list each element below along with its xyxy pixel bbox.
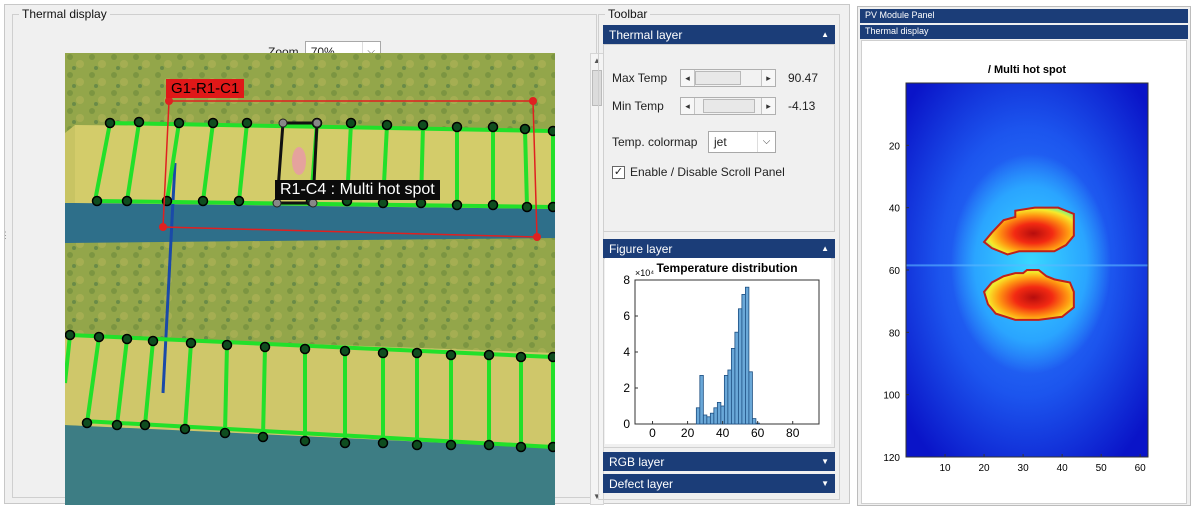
y-tick-label: 6 — [623, 309, 630, 323]
histogram-bar — [706, 416, 711, 425]
x-tick-label: 20 — [979, 463, 991, 474]
max-temp-row: Max Temp ◂ ▸ 90.47 — [612, 69, 818, 87]
max-temp-value: 90.47 — [788, 71, 819, 85]
histogram-bar — [752, 418, 757, 425]
histogram-bar — [730, 348, 736, 425]
y-tick-label: 4 — [623, 345, 630, 359]
histogram-bar — [702, 414, 708, 425]
histogram-bar — [748, 371, 753, 425]
colormap-value: jet — [714, 135, 727, 149]
temperature-histogram: Temperature distribution ×10⁴ 0 20 40 60 80 0 2 4… — [605, 258, 831, 444]
y-tick-label: 20 — [889, 141, 901, 152]
x-tick-label: 30 — [1018, 463, 1030, 474]
histogram-bar — [716, 401, 722, 425]
expand-caret-icon[interactable]: ▼ — [821, 457, 829, 466]
pv-panel-title: PV Module Panel — [865, 10, 935, 20]
scroll-panel-checkbox[interactable]: ✓ — [612, 165, 625, 179]
histogram-bar — [699, 375, 704, 425]
defect-layer-header[interactable]: Defect layer ▼ — [603, 474, 835, 493]
toolbar-title: Toolbar — [605, 7, 651, 21]
histogram-bar — [727, 369, 732, 425]
histogram-bar — [734, 331, 739, 425]
min-temp-slider[interactable]: ◂ ▸ — [680, 97, 776, 115]
slider-thumb[interactable] — [695, 71, 741, 85]
slider-thumb[interactable] — [703, 99, 755, 113]
thermal-display-title: Thermal display — [19, 7, 110, 21]
thermal-layer-header[interactable]: Thermal layer ▲ — [603, 25, 835, 44]
chart-title: Temperature distribution — [656, 261, 797, 275]
histogram-bar — [709, 412, 715, 425]
y-tick-label: 0 — [623, 417, 630, 431]
min-temp-label: Min Temp — [612, 99, 664, 113]
pv-module-panel: PV Module Panel Thermal display / Multi … — [857, 6, 1191, 506]
x-tick-label: 40 — [716, 426, 730, 440]
defect-layer-title: Defect layer — [609, 476, 674, 491]
y-tick-label: 2 — [623, 381, 630, 395]
max-temp-label: Max Temp — [612, 71, 668, 85]
x-tick-label: 60 — [751, 426, 765, 440]
colormap-row: Temp. colormap jet ⌵ — [612, 131, 776, 153]
thermal-display-group: Thermal display Zoom 70% ⌵ G1-R1-C1 R1-C… — [12, 7, 604, 505]
y-tick-label: 8 — [623, 273, 630, 287]
collapse-caret-icon[interactable]: ▲ — [821, 30, 829, 39]
slider-left-icon[interactable]: ◂ — [681, 70, 695, 86]
y-tick-label: 100 — [883, 391, 900, 402]
thermal-image[interactable]: G1-R1-C1 R1-C4 : Multi hot spot — [65, 53, 555, 505]
pv-module-panel-header: PV Module Panel — [860, 9, 1188, 23]
heatmap-title: / Multi hot spot — [988, 64, 1067, 76]
hotspot-label-tag: R1-C4 : Multi hot spot — [275, 180, 440, 200]
slider-right-icon[interactable]: ▸ — [761, 98, 775, 114]
histogram-bar — [741, 294, 746, 425]
x-tick-label: 40 — [1057, 463, 1069, 474]
x-tick-label: 60 — [1135, 463, 1147, 474]
expand-caret-icon[interactable]: ▼ — [821, 479, 829, 488]
histogram-svg: Temperature distribution×10⁴ 0 20 40 60 80 0 2 4… — [623, 261, 820, 440]
scroll-panel-label: Enable / Disable Scroll Panel — [630, 165, 785, 179]
y-tick-label: 40 — [889, 204, 901, 215]
colormap-select[interactable]: jet ⌵ — [708, 131, 776, 153]
thermal-layer-title: Thermal layer — [609, 27, 683, 42]
pv-panel-subtitle: Thermal display — [865, 26, 929, 36]
scroll-panel-row[interactable]: ✓ Enable / Disable Scroll Panel — [612, 165, 785, 179]
heatmap-svg: / Multi hot spot 10 20 30 40 50 60 20 40 60 80 100 1… — [883, 64, 1149, 474]
splitter-handle[interactable]: ⋮ — [1, 230, 10, 244]
colormap-label: Temp. colormap — [612, 135, 698, 149]
pv-thermal-figure: / Multi hot spot 10 20 30 40 50 60 20 40 60 80 100 1… — [861, 40, 1187, 504]
histogram-bar — [713, 407, 718, 425]
x-tick-label: 0 — [649, 426, 656, 440]
max-temp-slider[interactable]: ◂ ▸ — [680, 69, 776, 87]
thermal-layer-body: Max Temp ◂ ▸ 90.47 Min Temp ◂ ▸ -4.13 Te… — [603, 44, 835, 232]
x-tick-label: 50 — [1096, 463, 1108, 474]
slider-right-icon[interactable]: ▸ — [761, 70, 775, 86]
figure-layer-title: Figure layer — [609, 241, 673, 256]
figure-layer-header[interactable]: Figure layer ▲ — [603, 239, 835, 258]
thermal-image-svg — [65, 53, 555, 505]
histogram-bar — [744, 286, 750, 425]
heatmap-glow — [950, 153, 1111, 374]
histogram-bar — [723, 375, 729, 425]
y-tick-label: 120 — [883, 453, 900, 464]
pv-thermal-display-header: Thermal display — [860, 25, 1188, 39]
x-tick-label: 20 — [681, 426, 695, 440]
y-tick-label: 60 — [889, 266, 901, 277]
y-tick-label: 80 — [889, 328, 901, 339]
rgb-layer-title: RGB layer — [609, 454, 665, 469]
group-label-tag: G1-R1-C1 — [166, 79, 245, 98]
x-tick-label: 10 — [939, 463, 951, 474]
rgb-layer-header[interactable]: RGB layer ▼ — [603, 452, 835, 471]
collapse-caret-icon[interactable]: ▲ — [821, 244, 829, 253]
y-exponent-label: ×10⁴ — [635, 268, 654, 278]
histogram-bar — [695, 407, 701, 425]
slider-left-icon[interactable]: ◂ — [681, 98, 695, 114]
min-temp-value: -4.13 — [788, 99, 816, 113]
histogram-bar — [737, 308, 743, 425]
chevron-down-icon[interactable]: ⌵ — [757, 132, 775, 152]
min-temp-row: Min Temp ◂ ▸ -4.13 — [612, 97, 815, 115]
x-tick-label: 80 — [786, 426, 800, 440]
